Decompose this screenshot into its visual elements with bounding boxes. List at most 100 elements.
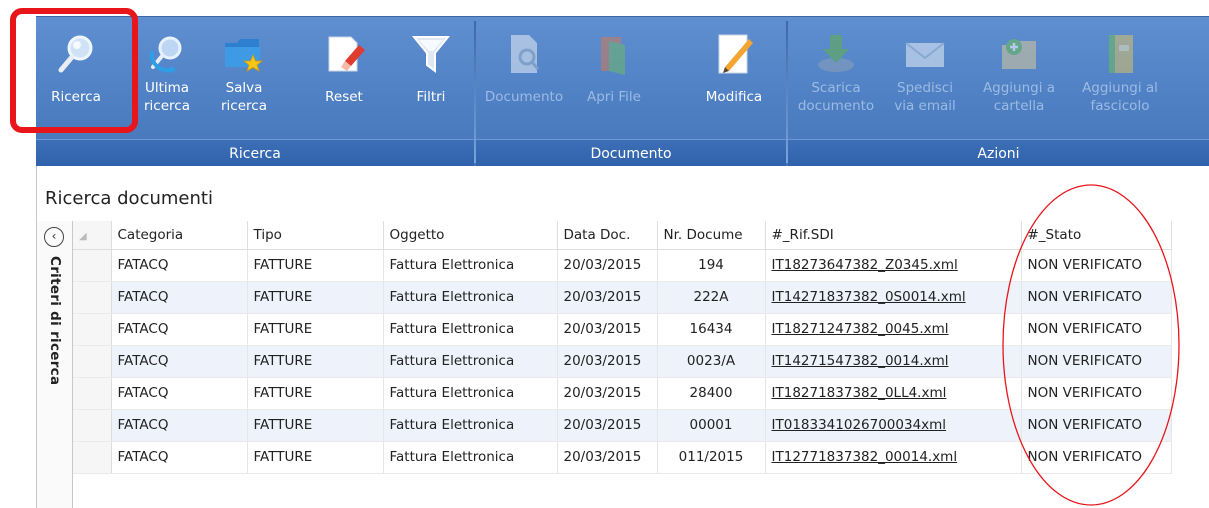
cell-rif-sdi[interactable]: IT14271547382_0014.xml bbox=[765, 345, 1022, 378]
document-preview-icon bbox=[511, 35, 540, 73]
cell-data-doc: 20/03/2015 bbox=[557, 281, 658, 314]
table-row[interactable]: FATACQ FATTURE Fattura Elettronica 20/03… bbox=[73, 345, 1172, 378]
apri-file-button[interactable]: Apri File bbox=[576, 17, 652, 139]
column-header-data-doc[interactable]: Data Doc. bbox=[557, 221, 658, 250]
cell-stato: NON VERIFICATO bbox=[1021, 281, 1172, 314]
cell-tipo: FATTURE bbox=[247, 249, 384, 282]
rif-sdi-link[interactable]: IT18273647382_Z0345.xml bbox=[772, 257, 958, 273]
add-folder-icon bbox=[1002, 39, 1036, 69]
cell-oggetto: Fattura Elettronica bbox=[383, 441, 558, 474]
collapse-panel-button[interactable]: ‹ bbox=[44, 227, 64, 247]
highlight-annotation bbox=[10, 8, 138, 133]
table-row[interactable]: FATACQ FATTURE Fattura Elettronica 20/03… bbox=[73, 377, 1172, 410]
salva-ricerca-button[interactable]: Salva ricerca bbox=[206, 17, 282, 139]
table-header-row: ◢ Categoria Tipo Oggetto Data Doc. Nr. D… bbox=[73, 221, 1172, 250]
column-header-rif-sdi[interactable]: #_Rif.SDI bbox=[765, 221, 1022, 250]
rif-sdi-link[interactable]: IT18271247382_0045.xml bbox=[772, 321, 949, 337]
column-header-stato[interactable]: #_Stato bbox=[1021, 221, 1172, 250]
rif-sdi-link[interactable]: IT14271837382_0S0014.xml bbox=[772, 289, 966, 305]
documents-grid: ◢ Categoria Tipo Oggetto Data Doc. Nr. D… bbox=[73, 221, 1209, 474]
cell-nr-documento: 011/2015 bbox=[657, 441, 766, 474]
cell-stato: NON VERIFICATO bbox=[1021, 313, 1172, 346]
modifica-button[interactable]: Modifica bbox=[694, 17, 774, 139]
table-row[interactable]: FATACQ FATTURE Fattura Elettronica 20/03… bbox=[73, 281, 1172, 314]
aggiungi-fascicolo-button[interactable]: Aggiungi al fascicolo bbox=[1072, 17, 1168, 139]
filtri-button[interactable]: Filtri bbox=[406, 17, 456, 139]
column-header-nr-documento[interactable]: Nr. Docume bbox=[657, 221, 766, 250]
cell-rif-sdi[interactable]: IT14271837382_0S0014.xml bbox=[765, 281, 1022, 314]
filtri-label: Filtri bbox=[416, 89, 446, 105]
column-header-oggetto[interactable]: Oggetto bbox=[383, 221, 558, 250]
aggiungi-cartella-label: Aggiungi a cartella bbox=[982, 80, 1056, 114]
envelope-icon bbox=[905, 42, 945, 67]
cell-data-doc: 20/03/2015 bbox=[557, 313, 658, 346]
cell-rif-sdi[interactable]: IT12771837382_00014.xml bbox=[765, 441, 1022, 474]
documento-button[interactable]: Documento bbox=[482, 17, 566, 139]
search-criteria-label: Criteri di ricerca bbox=[47, 256, 63, 386]
modifica-label: Modifica bbox=[705, 89, 763, 105]
edit-pencil-icon bbox=[718, 34, 753, 74]
scarica-documento-button[interactable]: Scarica documento bbox=[796, 17, 876, 139]
row-selector[interactable] bbox=[73, 377, 112, 410]
cell-tipo: FATTURE bbox=[247, 377, 384, 410]
ribbon-group-azioni: Scarica documento Spedisci via email Agg… bbox=[788, 17, 1209, 167]
cell-nr-documento: 194 bbox=[657, 249, 766, 282]
spedisci-email-button[interactable]: Spedisci via email bbox=[884, 17, 966, 139]
cell-categoria: FATACQ bbox=[111, 345, 248, 378]
cell-stato: NON VERIFICATO bbox=[1021, 409, 1172, 442]
cell-oggetto: Fattura Elettronica bbox=[383, 249, 558, 282]
cell-nr-documento: 0023/A bbox=[657, 345, 766, 378]
aggiungi-cartella-button[interactable]: Aggiungi a cartella bbox=[978, 17, 1060, 139]
history-search-icon bbox=[149, 36, 182, 74]
documento-label: Documento bbox=[484, 89, 564, 105]
binder-icon bbox=[1109, 35, 1133, 73]
row-selector[interactable] bbox=[73, 409, 112, 442]
salva-ricerca-label: Salva ricerca bbox=[221, 80, 267, 114]
row-selector[interactable] bbox=[73, 249, 112, 282]
search-criteria-panel[interactable]: ‹ Criteri di ricerca bbox=[37, 221, 73, 508]
rif-sdi-link[interactable]: IT0183341026700034xml bbox=[772, 417, 947, 433]
cell-data-doc: 20/03/2015 bbox=[557, 409, 658, 442]
cell-categoria: FATACQ bbox=[111, 313, 248, 346]
cell-rif-sdi[interactable]: IT0183341026700034xml bbox=[765, 409, 1022, 442]
cell-tipo: FATTURE bbox=[247, 441, 384, 474]
ribbon-toolbar: Ricerca Ultima ricerca Salva ricerca Res… bbox=[36, 16, 1209, 167]
cell-categoria: FATACQ bbox=[111, 409, 248, 442]
cell-oggetto: Fattura Elettronica bbox=[383, 409, 558, 442]
eraser-page-icon bbox=[328, 36, 365, 72]
folder-star-icon bbox=[225, 39, 264, 72]
reset-label: Reset bbox=[325, 89, 363, 105]
row-selector[interactable] bbox=[73, 345, 112, 378]
cell-oggetto: Fattura Elettronica bbox=[383, 313, 558, 346]
row-selector[interactable] bbox=[73, 281, 112, 314]
cell-nr-documento: 28400 bbox=[657, 377, 766, 410]
cell-rif-sdi[interactable]: IT18271837382_0LL4.xml bbox=[765, 377, 1022, 410]
cell-rif-sdi[interactable]: IT18273647382_Z0345.xml bbox=[765, 249, 1022, 282]
column-header-categoria[interactable]: Categoria bbox=[111, 221, 248, 250]
cell-categoria: FATACQ bbox=[111, 441, 248, 474]
ultima-ricerca-button[interactable]: Ultima ricerca bbox=[132, 17, 202, 139]
reset-button[interactable]: Reset bbox=[316, 17, 372, 139]
rif-sdi-link[interactable]: IT12771837382_00014.xml bbox=[772, 449, 958, 465]
rif-sdi-link[interactable]: IT14271547382_0014.xml bbox=[772, 353, 949, 369]
cell-tipo: FATTURE bbox=[247, 409, 384, 442]
cell-stato: NON VERIFICATO bbox=[1021, 345, 1172, 378]
ultima-ricerca-label: Ultima ricerca bbox=[144, 80, 190, 114]
cell-oggetto: Fattura Elettronica bbox=[383, 281, 558, 314]
row-selector[interactable] bbox=[73, 441, 112, 474]
cell-data-doc: 20/03/2015 bbox=[557, 441, 658, 474]
table-row[interactable]: FATACQ FATTURE Fattura Elettronica 20/03… bbox=[73, 313, 1172, 346]
aggiungi-fascicolo-label: Aggiungi al fascicolo bbox=[1082, 80, 1158, 114]
cell-rif-sdi[interactable]: IT18271247382_0045.xml bbox=[765, 313, 1022, 346]
table-row[interactable]: FATACQ FATTURE Fattura Elettronica 20/03… bbox=[73, 249, 1172, 282]
column-header-tipo[interactable]: Tipo bbox=[247, 221, 384, 250]
table-row[interactable]: FATACQ FATTURE Fattura Elettronica 20/03… bbox=[73, 441, 1172, 474]
rif-sdi-link[interactable]: IT18271837382_0LL4.xml bbox=[772, 385, 947, 401]
cell-categoria: FATACQ bbox=[111, 281, 248, 314]
open-file-icon bbox=[601, 37, 625, 75]
table-row[interactable]: FATACQ FATTURE Fattura Elettronica 20/03… bbox=[73, 409, 1172, 442]
cell-stato: NON VERIFICATO bbox=[1021, 377, 1172, 410]
cell-oggetto: Fattura Elettronica bbox=[383, 345, 558, 378]
scarica-documento-label: Scarica documento bbox=[797, 80, 875, 114]
row-selector[interactable] bbox=[73, 313, 112, 346]
